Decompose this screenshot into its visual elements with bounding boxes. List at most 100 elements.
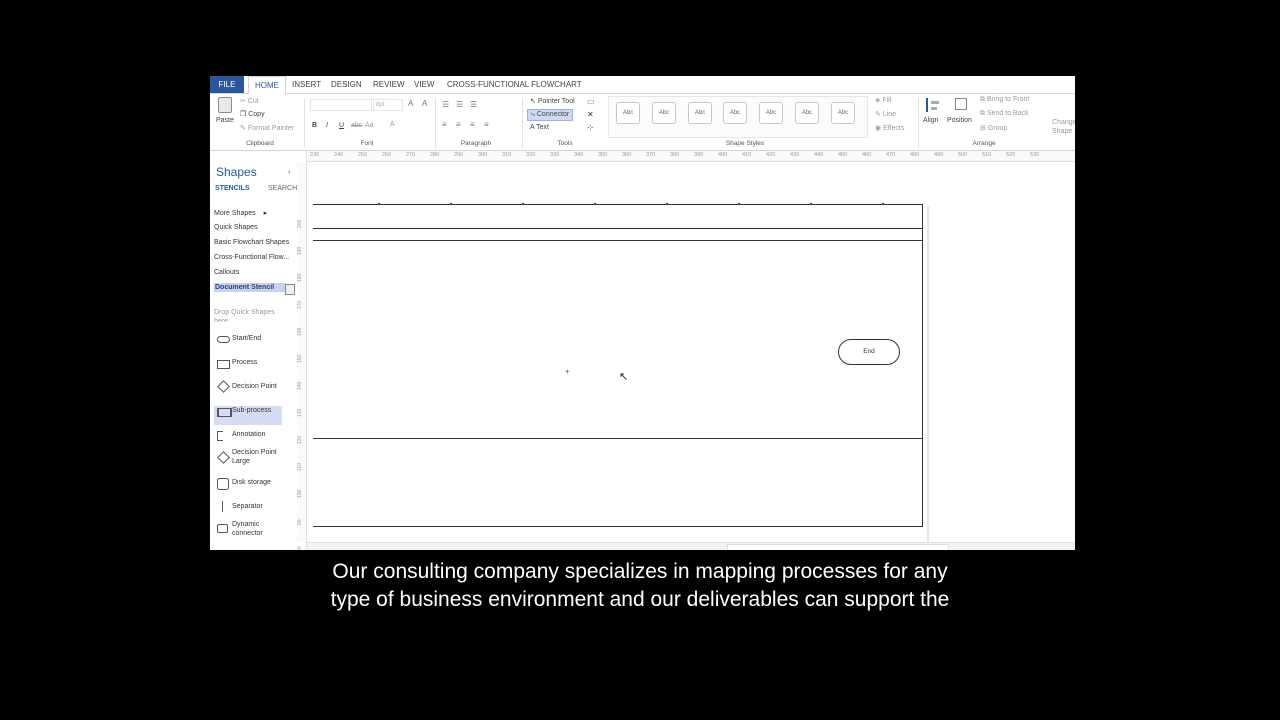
font-group-label: Font xyxy=(360,140,374,147)
stencil-pin-icon[interactable] xyxy=(285,284,295,295)
copy-button[interactable]: ❐ Copy xyxy=(240,110,265,118)
shape-dynamic-connector[interactable]: Dynamic connector xyxy=(214,519,294,539)
style-sample[interactable]: Abc xyxy=(759,102,783,124)
align-right-icon[interactable]: ≡ xyxy=(470,120,475,129)
tab-stencils[interactable]: STENCILS xyxy=(215,185,250,192)
style-sample[interactable]: Abc xyxy=(688,102,712,124)
menu-callouts[interactable]: Callouts xyxy=(214,269,239,276)
strikethrough-button[interactable]: abc xyxy=(351,122,362,129)
bold-button[interactable]: B xyxy=(312,122,317,129)
menu-document-stencil[interactable]: Document Stencil xyxy=(214,283,286,292)
menu-more-shapes[interactable]: More Shapes ▸ xyxy=(214,209,267,217)
menu-quick-shapes[interactable]: Quick Shapes xyxy=(214,224,258,231)
line-button[interactable]: ✎ Line xyxy=(875,110,896,118)
pointer-tool-button[interactable]: ↖ Pointer Tool xyxy=(530,97,575,105)
shape-label: Disk storage xyxy=(232,479,271,486)
visio-window: FILE HOME INSERT DESIGN REVIEW VIEW CROS… xyxy=(210,76,1075,550)
ruler-tick-label: 130 xyxy=(297,408,303,417)
divider xyxy=(918,98,919,148)
shape-decision-point-large[interactable]: Decision Point Large xyxy=(214,447,294,467)
cut-label: Cut xyxy=(247,98,259,105)
font-color-button[interactable]: A xyxy=(390,121,395,128)
connector-button[interactable]: ⤷ Connector xyxy=(527,109,574,121)
fill-label: Fill xyxy=(882,97,892,104)
shapes-panel: Shapes ‹ STENCILS SEARCH More Shapes ▸ Q… xyxy=(210,151,307,550)
align-center-icon[interactable]: ≡ xyxy=(456,120,461,129)
menu-basic-flowchart-shapes[interactable]: Basic Flowchart Shapes xyxy=(214,239,289,246)
text-tool-button[interactable]: A Text xyxy=(530,124,549,131)
lane-border xyxy=(313,240,923,241)
align-bottom-icon[interactable]: ☰ xyxy=(470,100,477,109)
diamond-icon xyxy=(217,380,230,393)
scrollbar-thumb[interactable] xyxy=(727,544,949,550)
align-left-icon[interactable]: ≡ xyxy=(442,120,447,129)
shrink-font-icon[interactable]: A xyxy=(422,99,427,108)
menu-cross-functional-flowchart[interactable]: Cross-Functional Flow... xyxy=(214,254,289,261)
collapse-chevron-icon[interactable]: ‹ xyxy=(288,167,291,176)
annotation-icon xyxy=(217,431,223,441)
align-top-icon[interactable]: ☰ xyxy=(442,100,449,109)
align-icon xyxy=(926,98,940,112)
ruler-tick-label: 120 xyxy=(297,435,303,444)
drop-hint: Drop Quick Shapes here xyxy=(214,309,275,322)
effects-icon: ◉ xyxy=(875,125,884,132)
paste-button[interactable]: Paste xyxy=(214,96,236,136)
position-button[interactable]: Position xyxy=(947,96,975,136)
ruler-tick-label: 360 xyxy=(622,152,632,158)
effects-button[interactable]: ◉ Effects xyxy=(875,124,904,132)
line-label: Line xyxy=(882,111,897,118)
tab-insert[interactable]: INSERT xyxy=(286,76,327,93)
horizontal-scrollbar[interactable] xyxy=(307,542,1075,550)
ruler-tick-label: 350 xyxy=(598,152,608,158)
grow-font-icon[interactable]: A xyxy=(408,99,413,108)
tab-file[interactable]: FILE xyxy=(210,76,244,93)
format-painter-button[interactable]: ✎ Format Painter xyxy=(240,124,294,132)
ruler-tick-label: 190 xyxy=(297,246,303,255)
paste-label: Paste xyxy=(216,117,234,124)
ruler-tick-label: 420 xyxy=(766,152,776,158)
tab-view[interactable]: VIEW xyxy=(408,76,440,93)
font-size-select[interactable]: 8pt xyxy=(373,99,403,111)
font-family-select[interactable] xyxy=(310,99,372,111)
bring-to-front-button[interactable]: ⧉ Bring to Front xyxy=(980,96,1029,104)
align-middle-icon[interactable]: ☰ xyxy=(456,100,463,109)
chevron-right-icon: ▸ xyxy=(263,210,268,217)
group-button[interactable]: ⊞ Group xyxy=(980,124,1007,132)
horizontal-ruler: 230 240 250 260 270 280 290 300 310 320 330 340 350 3… xyxy=(307,151,1075,162)
terminator-icon xyxy=(217,336,230,343)
style-sample[interactable]: Abc xyxy=(652,102,676,124)
tab-cross-functional-flowchart[interactable]: CROSS-FUNCTIONAL FLOWCHART xyxy=(441,76,588,93)
close-icon[interactable]: ✕ xyxy=(587,110,594,119)
style-sample[interactable]: Abc xyxy=(831,102,855,124)
effects-label: Effects xyxy=(883,125,905,132)
send-to-back-button[interactable]: ⧉ Send to Back xyxy=(980,110,1029,118)
underline-button[interactable]: U xyxy=(339,122,344,129)
align-button[interactable]: Align xyxy=(922,96,944,136)
style-sample[interactable]: Abc xyxy=(616,102,640,124)
tools-group-label: Tools xyxy=(557,140,573,147)
italic-button[interactable]: I xyxy=(326,122,328,129)
ruler-tick-label: 280 xyxy=(430,152,440,158)
text-tool-label: Text xyxy=(536,124,549,131)
change-case-button[interactable]: Aa xyxy=(365,122,374,129)
shape-styles-group-label: Shape Styles xyxy=(725,140,765,147)
style-sample[interactable]: Abc xyxy=(723,102,747,124)
drawing-canvas[interactable]: End + ↖ xyxy=(307,162,1075,542)
cylinder-icon xyxy=(217,478,229,490)
justify-icon[interactable]: ≡ xyxy=(484,120,489,129)
connection-point-icon[interactable]: ⊹ xyxy=(587,123,594,132)
end-shape[interactable]: End xyxy=(838,339,900,365)
tab-review[interactable]: REVIEW xyxy=(367,76,411,93)
tab-design[interactable]: DESIGN xyxy=(325,76,368,93)
rectangle-icon[interactable]: ▭ xyxy=(587,97,595,106)
ruler-tick-label: 150 xyxy=(297,354,303,363)
change-shape-button[interactable]: Change Shape xyxy=(1052,118,1075,136)
ruler-tick-label: 290 xyxy=(454,152,464,158)
ruler-tick-label: 490 xyxy=(934,152,944,158)
shape-label: Separator xyxy=(232,503,263,510)
tab-home[interactable]: HOME xyxy=(248,76,286,95)
cut-button[interactable]: ✂ Cut xyxy=(240,97,259,105)
style-sample[interactable]: Abc xyxy=(795,102,819,124)
tab-search[interactable]: SEARCH xyxy=(268,185,297,192)
fill-button[interactable]: ◈ Fill xyxy=(875,96,891,104)
